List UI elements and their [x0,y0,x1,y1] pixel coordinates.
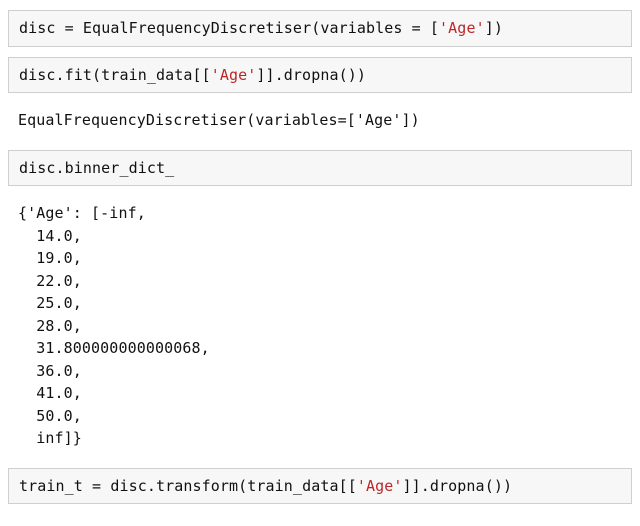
token: 'Age' [357,477,403,495]
output-text: {'Age': [-inf, 14.0, 19.0, 22.0, 25.0, 2… [18,204,210,447]
output-text: EqualFrequencyDiscretiser(variables=['Ag… [18,111,420,129]
code-line: disc.binner_dict_ [19,159,174,177]
token: = [412,19,421,37]
output-cell-2: {'Age': [-inf, 14.0, 19.0, 22.0, 25.0, 2… [8,196,632,456]
token: = [92,477,101,495]
output-cell-1: EqualFrequencyDiscretiser(variables=['Ag… [8,103,632,138]
token: 'Age' [211,66,257,84]
token: ]].dropna()) [403,477,513,495]
code-line: train_t = disc.transform(train_data[['Ag… [19,477,512,495]
token: EqualFrequencyDiscretiser(variables [74,19,412,37]
token: disc.fit(train_data[[ [19,66,211,84]
token: ]].dropna()) [256,66,366,84]
token: disc.binner_dict_ [19,159,174,177]
code-line: disc = EqualFrequencyDiscretiser(variabl… [19,19,503,37]
code-cell-2: disc.fit(train_data[['Age']].dropna()) [8,57,632,94]
code-cell-3: disc.binner_dict_ [8,150,632,187]
token: train_t [19,477,92,495]
token: [ [421,19,439,37]
token: = [65,19,74,37]
token: 'Age' [439,19,485,37]
token: disc.transform(train_data[[ [101,477,357,495]
token: disc [19,19,65,37]
token: ]) [485,19,503,37]
token: EqualFrequencyDiscretiser(variables=['Ag… [18,111,420,129]
code-cell-1: disc = EqualFrequencyDiscretiser(variabl… [8,10,632,47]
notebook-page: disc = EqualFrequencyDiscretiser(variabl… [0,0,640,526]
token: {'Age': [-inf, 14.0, 19.0, 22.0, 25.0, 2… [18,204,210,447]
code-cell-4: train_t = disc.transform(train_data[['Ag… [8,468,632,505]
code-line: disc.fit(train_data[['Age']].dropna()) [19,66,366,84]
